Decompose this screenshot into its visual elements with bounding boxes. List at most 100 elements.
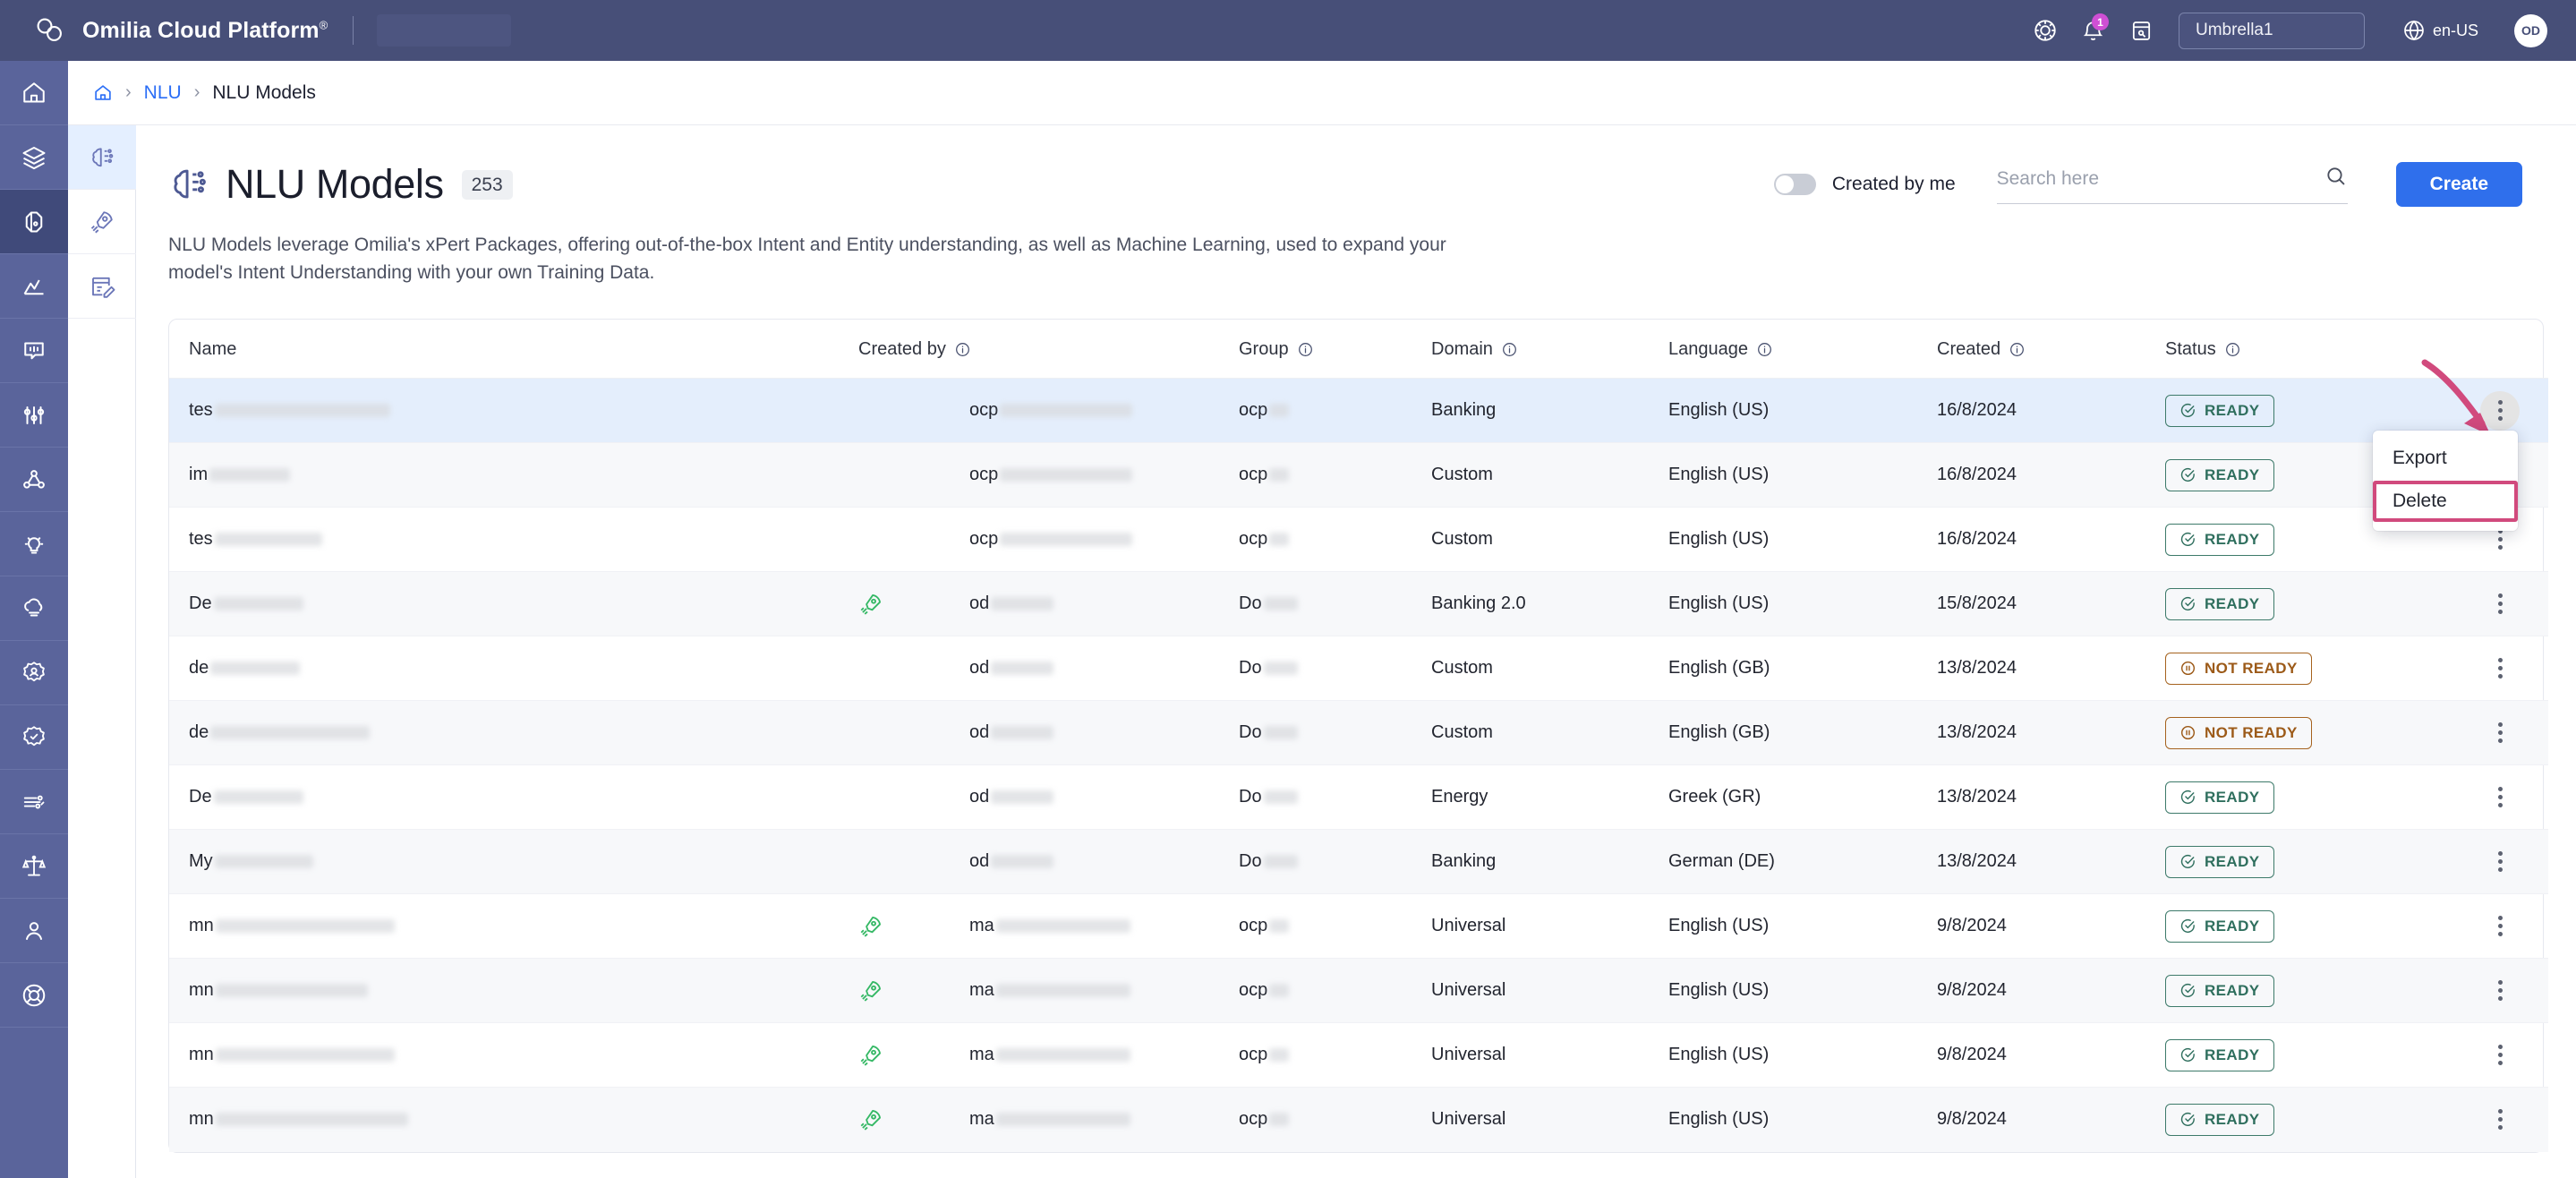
sidebar-item-services[interactable] <box>0 770 68 834</box>
created-by-me-toggle[interactable] <box>1773 174 1816 195</box>
search-input[interactable] <box>1996 167 2301 190</box>
table-row[interactable]: mn ma ocp Universal English (US) 9/8/2024 READ… <box>169 1087 2548 1152</box>
cell-name[interactable]: mn <box>169 1022 858 1088</box>
theme-icon[interactable] <box>2021 6 2069 55</box>
table-row[interactable]: De od Do Banking 2.0 English (US) 15/8/2024 RE… <box>169 571 2548 637</box>
sidebar-item-layers[interactable] <box>0 125 68 190</box>
sidebar-item-compliance[interactable] <box>0 834 68 899</box>
sidebar-item-tuning[interactable] <box>0 383 68 448</box>
cell-name[interactable]: mn <box>169 893 858 960</box>
cell-actions[interactable] <box>2452 829 2548 895</box>
kebab-dot <box>2497 980 2503 986</box>
table-row[interactable]: De od Do Energy Greek (GR) 13/8/2024 READY <box>169 764 2548 831</box>
cell-actions[interactable] <box>2452 1087 2548 1152</box>
column-header-name[interactable]: Name <box>169 320 858 380</box>
row-menu-button[interactable] <box>2480 1036 2520 1075</box>
sidebar-item-verification[interactable] <box>0 705 68 770</box>
cell-name[interactable]: De <box>169 571 858 637</box>
globe-icon <box>2404 20 2424 41</box>
row-menu-item-delete[interactable]: Delete <box>2373 481 2518 523</box>
sidebar-item-graph[interactable] <box>0 448 68 512</box>
avatar[interactable]: OD <box>2514 13 2547 47</box>
redacted-created-by <box>1000 533 1133 547</box>
language-selector[interactable]: en-US <box>2402 19 2478 42</box>
home-icon[interactable] <box>93 83 113 103</box>
sidebar-item-support[interactable] <box>0 963 68 1028</box>
row-menu-button[interactable] <box>2480 907 2520 946</box>
column-header-actions[interactable] <box>2452 320 2548 380</box>
column-header-created-by[interactable]: Created by <box>858 320 1239 380</box>
cell-actions[interactable] <box>2452 764 2548 831</box>
cell-name[interactable]: mn <box>169 958 858 1024</box>
cell-name[interactable]: de <box>169 700 858 766</box>
group-value: Do <box>1239 593 1262 614</box>
cell-name[interactable]: De <box>169 764 858 831</box>
row-menu-button[interactable] <box>2480 1100 2520 1140</box>
table-row[interactable]: mn ma ocp Universal English (US) 9/8/2024 READ… <box>169 893 2548 960</box>
sidebar-item-dialog[interactable] <box>0 319 68 383</box>
column-header-language[interactable]: Language <box>1668 320 1937 380</box>
row-menu-button[interactable] <box>2480 842 2520 882</box>
sidebar-item-cloud[interactable] <box>0 576 68 641</box>
cell-actions[interactable] <box>2452 958 2548 1024</box>
subnav-item-nlu-models[interactable] <box>68 125 136 190</box>
row-menu-item-export[interactable]: Export <box>2373 438 2518 479</box>
cell-actions[interactable] <box>2452 571 2548 637</box>
sidebar-item-nlu[interactable] <box>0 190 68 254</box>
breadcrumb-link-nlu[interactable]: NLU <box>144 82 182 104</box>
sidebar-item-user[interactable] <box>0 899 68 963</box>
sidebar-item-home[interactable] <box>0 61 68 125</box>
info-icon[interactable] <box>1297 341 1314 358</box>
notifications-icon[interactable]: 1 <box>2069 6 2118 55</box>
cell-name[interactable]: My <box>169 829 858 895</box>
table-row[interactable]: de od Do Custom English (GB) 13/8/2024 NOT REA… <box>169 700 2548 766</box>
cell-name[interactable]: de <box>169 636 858 702</box>
column-header-group[interactable]: Group <box>1239 320 1431 380</box>
cell-actions[interactable] <box>2452 700 2548 766</box>
search-box[interactable] <box>1996 165 2348 204</box>
info-icon[interactable] <box>2009 341 2026 358</box>
app-switcher-placeholder[interactable] <box>377 14 512 47</box>
search-icon[interactable] <box>2324 165 2348 192</box>
table-row[interactable]: im ocp ocp Custom English (US) 16/8/2024 READY <box>169 442 2548 508</box>
row-menu-button[interactable] <box>2480 778 2520 817</box>
table-row[interactable]: mn ma ocp Universal English (US) 9/8/2024 READ… <box>169 958 2548 1024</box>
subnav-item-annotations[interactable] <box>68 254 136 319</box>
table-row[interactable]: de od Do Custom English (GB) 13/8/2024 NOT REA… <box>169 636 2548 702</box>
row-menu-button[interactable] <box>2480 390 2520 431</box>
brand[interactable]: Omilia Cloud Platform® <box>0 13 328 48</box>
table-row[interactable]: tes ocp ocp Banking English (US) 16/8/2024 REA… <box>169 378 2548 444</box>
info-icon[interactable] <box>1501 341 1518 358</box>
subnav-item-deployments[interactable] <box>68 190 136 254</box>
row-menu-button[interactable] <box>2480 649 2520 688</box>
dialog-icon <box>24 342 44 359</box>
check-circle-icon <box>2179 1111 2196 1128</box>
sidebar-item-insights[interactable] <box>0 512 68 576</box>
sidebar-item-analytics[interactable] <box>0 254 68 319</box>
cell-name[interactable]: mn <box>169 1087 858 1152</box>
cell-domain: Custom <box>1431 442 1668 508</box>
cell-actions[interactable] <box>2452 893 2548 960</box>
column-header-status[interactable]: Status <box>2165 320 2452 380</box>
info-icon[interactable] <box>1756 341 1773 358</box>
table-row[interactable]: mn ma ocp Universal English (US) 9/8/2024 READ… <box>169 1022 2548 1088</box>
notes-icon[interactable] <box>2118 6 2166 55</box>
cell-actions[interactable] <box>2452 636 2548 702</box>
info-icon[interactable] <box>2224 341 2241 358</box>
row-menu-button[interactable] <box>2480 585 2520 624</box>
row-menu-button[interactable] <box>2480 713 2520 753</box>
table-row[interactable]: My od Do Banking German (DE) 13/8/2024 READY <box>169 829 2548 895</box>
row-menu-button[interactable] <box>2480 971 2520 1011</box>
sidebar-item-identity[interactable] <box>0 641 68 705</box>
create-button[interactable]: Create <box>2395 162 2522 207</box>
column-header-label: Domain <box>1431 339 1493 360</box>
cell-actions[interactable] <box>2452 1022 2548 1088</box>
tenant-selector[interactable]: Umbrella1 <box>2178 12 2365 49</box>
info-icon[interactable] <box>954 341 971 358</box>
cell-name[interactable]: tes <box>169 378 858 444</box>
column-header-created[interactable]: Created <box>1937 320 2165 380</box>
column-header-domain[interactable]: Domain <box>1431 320 1668 380</box>
cell-name[interactable]: tes <box>169 507 858 573</box>
cell-name[interactable]: im <box>169 442 858 508</box>
table-row[interactable]: tes ocp ocp Custom English (US) 16/8/2024 READ… <box>169 507 2548 573</box>
